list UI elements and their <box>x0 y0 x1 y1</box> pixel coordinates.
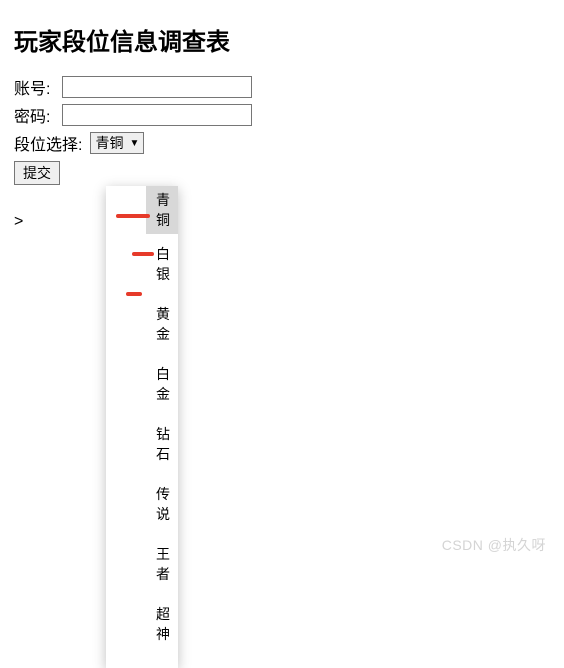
rank-option[interactable]: 青铜 <box>146 186 178 234</box>
rank-option[interactable]: 钻石 <box>146 414 178 474</box>
rank-label: 段位选择: <box>14 131 82 155</box>
rank-dropdown[interactable]: 青铜 白银 黄金 白金 钻石 传说 王者 超神 <box>106 186 178 668</box>
rank-option[interactable]: 传说 <box>146 474 178 534</box>
red-annotation <box>116 214 150 218</box>
account-input[interactable] <box>62 76 252 98</box>
rank-option[interactable]: 超神 <box>146 594 178 654</box>
prompt-indicator: > <box>14 213 550 231</box>
rank-select-value: 青铜 <box>95 133 123 153</box>
account-row: 账号: <box>14 75 550 99</box>
rank-select[interactable]: 青铜 ▼ <box>90 132 144 154</box>
red-annotation <box>126 292 142 296</box>
page-title: 玩家段位信息调查表 <box>14 22 550 57</box>
rank-option[interactable]: 白金 <box>146 354 178 414</box>
rank-option[interactable]: 黄金 <box>146 294 178 354</box>
watermark: CSDN @执久呀 <box>442 535 546 555</box>
password-label: 密码: <box>14 103 62 127</box>
chevron-down-icon: ▼ <box>129 138 139 149</box>
password-row: 密码: <box>14 103 550 127</box>
rank-row: 段位选择: 青铜 ▼ <box>14 131 550 155</box>
rank-option[interactable]: 白银 <box>146 234 178 294</box>
submit-button[interactable]: 提交 <box>14 161 60 185</box>
red-annotation <box>132 252 154 256</box>
rank-option[interactable]: 王者 <box>146 534 178 594</box>
password-input[interactable] <box>62 104 252 126</box>
account-label: 账号: <box>14 75 62 99</box>
